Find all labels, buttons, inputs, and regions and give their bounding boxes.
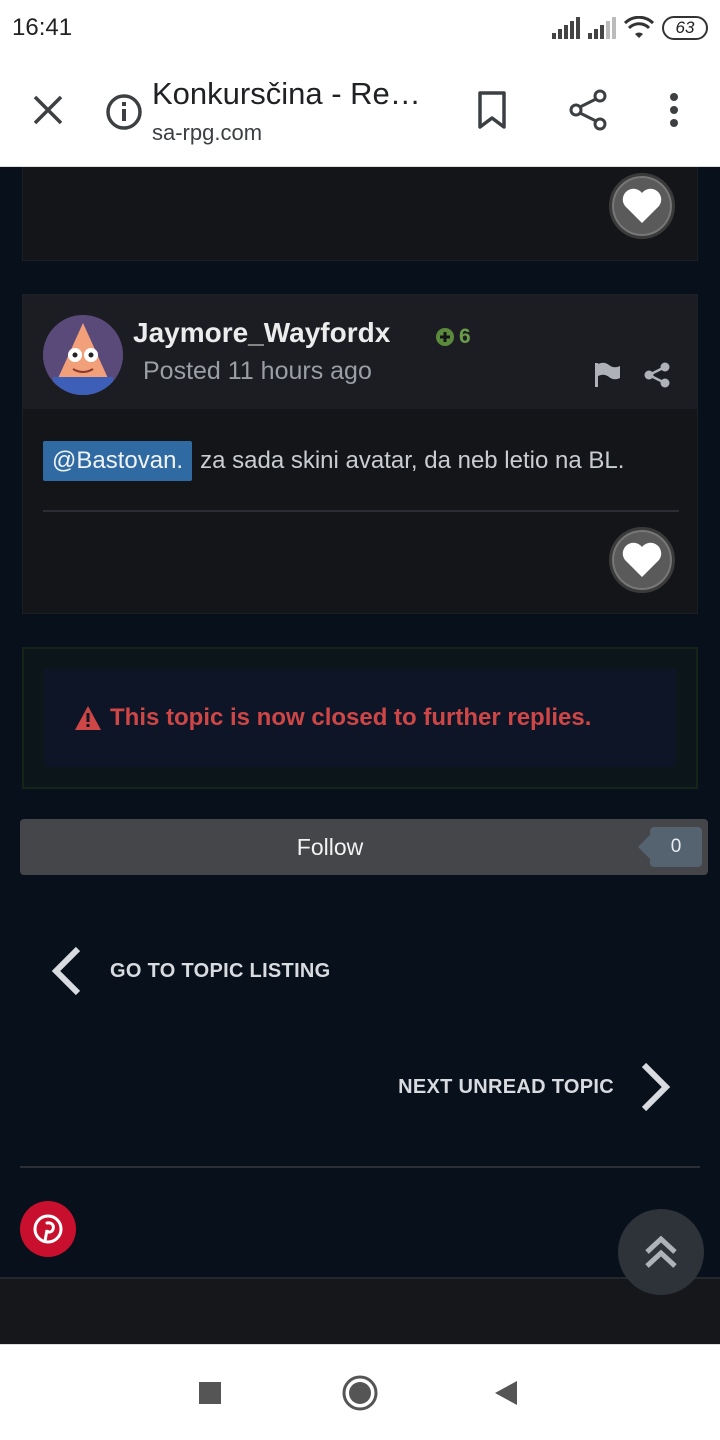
pinterest-button[interactable]	[20, 1201, 76, 1257]
author-name[interactable]: Jaymore_Wayfordx	[133, 317, 390, 349]
post-header: Jaymore_Wayfordx 6 Posted 11 hours ago	[23, 295, 697, 409]
flag-icon	[595, 362, 620, 387]
home-icon	[342, 1375, 378, 1411]
avatar-image	[43, 315, 123, 395]
forum-post: Jaymore_Wayfordx 6 Posted 11 hours ago @…	[22, 294, 698, 614]
share-button[interactable]	[562, 84, 614, 136]
go-to-topic-listing-label: GO TO TOPIC LISTING	[110, 959, 331, 982]
system-navigation-bar	[0, 1344, 720, 1440]
page-footer	[0, 1277, 720, 1344]
share-icon	[644, 362, 670, 388]
post-share-button[interactable]	[643, 361, 673, 391]
share-icon	[569, 89, 607, 131]
more-options-button[interactable]	[650, 84, 698, 136]
more-vert-icon	[670, 93, 678, 127]
wifi-icon	[624, 16, 654, 38]
back-icon	[495, 1381, 517, 1405]
heart-icon	[622, 188, 662, 223]
scroll-to-top-button[interactable]	[618, 1209, 704, 1295]
avatar[interactable]	[43, 315, 123, 395]
status-time: 16:41	[12, 14, 73, 41]
site-info-button[interactable]	[104, 92, 144, 132]
closed-notice-inner: This topic is now closed to further repl…	[44, 669, 676, 767]
recents-icon	[199, 1382, 221, 1404]
status-icons: 63	[552, 14, 708, 42]
status-bar: 16:41 63	[0, 0, 720, 56]
reputation-badge: 6	[435, 325, 471, 349]
browser-toolbar: Konkursčina - Re… sa-rpg.com	[0, 56, 720, 167]
page-domain: sa-rpg.com	[152, 120, 263, 145]
close-button[interactable]	[20, 82, 76, 138]
chevron-left-icon	[51, 946, 81, 996]
next-unread-topic-link[interactable]: NEXT UNREAD TOPIC	[398, 1061, 674, 1113]
content-divider	[20, 1166, 700, 1168]
post-timestamp: Posted 11 hours ago	[143, 357, 372, 385]
back-button[interactable]	[484, 1371, 528, 1415]
follower-count: 0	[638, 827, 702, 867]
pinterest-icon	[33, 1214, 63, 1244]
page-content: Jaymore_Wayfordx 6 Posted 11 hours ago @…	[0, 167, 720, 1344]
follow-button[interactable]: Follow 0	[20, 819, 708, 875]
like-button-previous[interactable]	[609, 173, 675, 239]
chevron-right-icon	[641, 1062, 671, 1112]
warning-icon	[75, 706, 101, 730]
closed-notice-text: This topic is now closed to further repl…	[110, 704, 592, 731]
heart-icon	[622, 542, 662, 577]
close-icon	[33, 95, 63, 125]
post-body: @Bastovan. za sada skini avatar, da neb …	[43, 441, 624, 481]
page-title: Konkursčina - Re…	[152, 76, 421, 111]
bookmark-button[interactable]	[466, 84, 518, 136]
go-to-topic-listing-link[interactable]: GO TO TOPIC LISTING	[48, 945, 331, 997]
next-unread-topic-label: NEXT UNREAD TOPIC	[398, 1075, 614, 1098]
info-icon	[106, 94, 142, 130]
post-text: za sada skini avatar, da neb letio na BL…	[200, 447, 625, 474]
reputation-count: 6	[459, 325, 471, 348]
signal-icon	[552, 17, 580, 39]
user-mention[interactable]: @Bastovan.	[43, 441, 193, 481]
bookmark-icon	[478, 91, 506, 129]
post-divider	[43, 510, 679, 512]
plus-circle-icon	[436, 328, 454, 346]
battery-indicator: 63	[662, 16, 708, 40]
follow-label: Follow	[296, 834, 364, 860]
like-button[interactable]	[609, 527, 675, 593]
previous-post-footer	[22, 167, 698, 261]
signal-icon-2	[588, 17, 616, 39]
report-button[interactable]	[593, 361, 623, 391]
home-button[interactable]	[338, 1371, 382, 1415]
recents-button[interactable]	[188, 1371, 232, 1415]
topic-closed-notice: This topic is now closed to further repl…	[22, 647, 698, 789]
double-chevron-up-icon	[645, 1235, 677, 1268]
